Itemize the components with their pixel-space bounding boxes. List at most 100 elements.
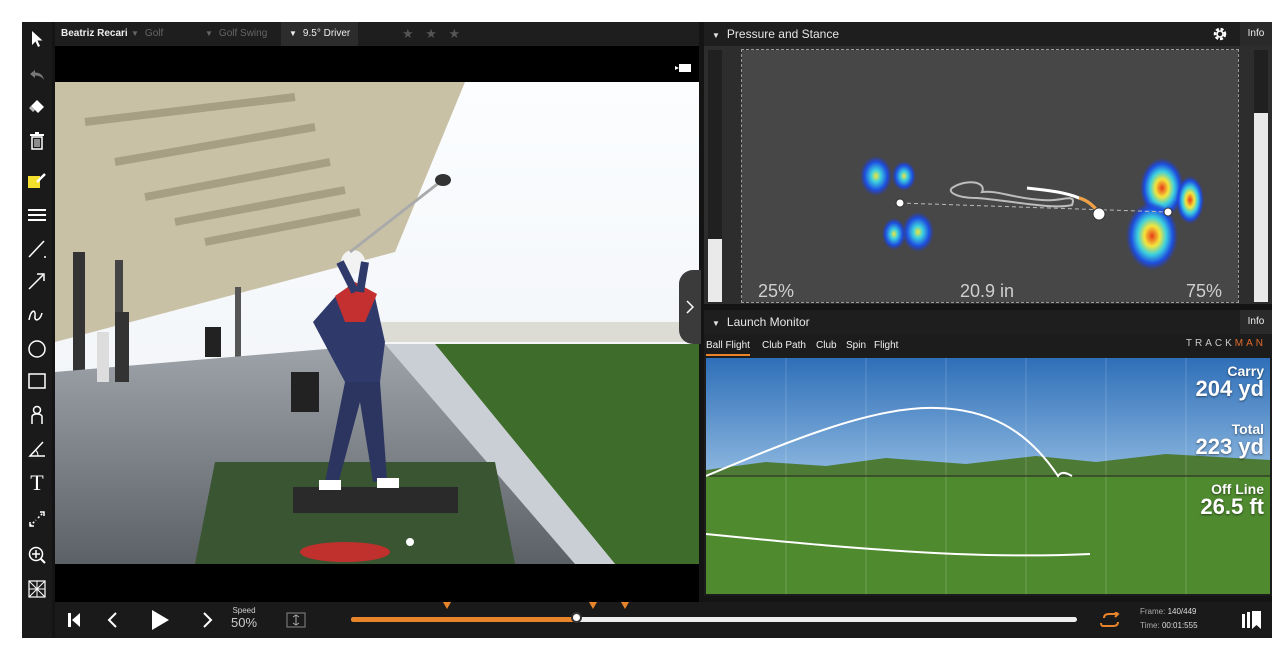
tab-ball-flight[interactable]: Ball Flight: [706, 338, 750, 356]
offline-value: 26.5 ft: [1200, 494, 1264, 519]
arrow-icon[interactable]: [24, 268, 50, 294]
launch-info-button[interactable]: Info: [1240, 310, 1272, 334]
chevron-down-icon: ▼: [205, 29, 213, 38]
category-dropdown[interactable]: ▼ Golf: [131, 22, 163, 46]
line-width-icon[interactable]: [24, 202, 50, 228]
timeline-marker[interactable]: [621, 602, 629, 609]
ball-flight-view: Carry 204 yd Total 223 yd Off Line 26.5 …: [706, 358, 1270, 594]
time-value: 00:01:555: [1161, 621, 1198, 630]
text-icon[interactable]: T: [24, 470, 50, 496]
drawing-toolbar: T: [22, 22, 52, 638]
right-weight-percent: 75%: [1185, 281, 1222, 301]
chevron-down-icon: ▼: [289, 29, 297, 38]
stance-width: 20.9 in: [960, 281, 1015, 301]
speed-label: Speed: [232, 606, 256, 615]
gear-icon[interactable]: [1210, 24, 1230, 44]
trackman-logo-text: TRACK: [1185, 338, 1235, 349]
trackman-logo: TRACKMAN: [1186, 338, 1266, 349]
trim-icon: [286, 612, 306, 628]
club-dropdown[interactable]: ▼ 9.5° Driver: [281, 22, 359, 46]
angle-icon[interactable]: [24, 436, 50, 462]
total-value: 223 yd: [1195, 434, 1265, 459]
trash-icon[interactable]: [24, 128, 50, 154]
frame-value: 140/449: [1167, 607, 1197, 616]
left-weight-percent: 25%: [758, 281, 795, 301]
trim-button[interactable]: [283, 602, 309, 638]
player-name[interactable]: Beatriz Recari: [61, 22, 128, 46]
library-icon: [1242, 611, 1261, 629]
timeline-marker[interactable]: [589, 602, 597, 609]
loop-icon: [1100, 612, 1120, 627]
offline-stat: Off Line 26.5 ft: [1200, 482, 1264, 518]
app-window: T Beatriz Recari ▼ Golf ▼ Golf Swing ▼ 9.5°…: [22, 22, 1272, 638]
text-tool-glyph: T: [30, 470, 44, 495]
pressure-title[interactable]: ▼ Pressure and Stance: [712, 22, 839, 48]
step-forward-button[interactable]: [193, 602, 223, 638]
rating-stars[interactable]: ★ ★ ★: [402, 22, 464, 46]
launch-monitor-panel: ▼ Launch Monitor Info Ball Flight Club Pa…: [704, 310, 1272, 596]
tab-club-path[interactable]: Club Path: [762, 338, 806, 354]
pressure-area: 25% 20.9 in 75%: [704, 46, 1272, 304]
pressure-info-button[interactable]: Info: [1240, 22, 1272, 46]
tab-club[interactable]: Club: [816, 338, 837, 354]
playback-controls: Speed 50% Frame: 140/449 Time: 00:01:555: [55, 602, 1272, 638]
time-label: Time:: [1140, 621, 1160, 630]
category-label: Golf: [144, 28, 164, 39]
chevron-left-icon: [107, 612, 117, 628]
drill-dropdown[interactable]: ▼ Golf Swing: [205, 22, 267, 46]
circle-icon[interactable]: [24, 336, 50, 362]
launch-monitor-title-label: Launch Monitor: [726, 315, 810, 329]
line-icon[interactable]: [24, 236, 50, 262]
play-icon: [152, 610, 169, 630]
play-button[interactable]: [143, 602, 177, 638]
left-pressure-bar: [708, 239, 722, 302]
rectangle-icon[interactable]: [24, 368, 50, 394]
trackman-logo-accent: MAN: [1234, 338, 1266, 349]
right-pressure-bar: [1254, 113, 1268, 302]
library-button[interactable]: [1237, 602, 1267, 638]
launch-monitor-title[interactable]: ▼ Launch Monitor: [712, 310, 810, 336]
camera-icon[interactable]: [675, 59, 691, 77]
tab-flight[interactable]: Flight: [874, 338, 898, 354]
skip-start-button[interactable]: [59, 602, 89, 638]
timeline-progress: [351, 617, 576, 622]
carry-stat: Carry 204 yd: [1196, 364, 1265, 400]
frame-label: Frame:: [1140, 607, 1166, 616]
step-back-button[interactable]: [97, 602, 127, 638]
chevron-down-icon: ▼: [712, 31, 720, 40]
drill-label: Golf Swing: [218, 28, 268, 39]
freehand-icon[interactable]: [24, 302, 50, 328]
swing-video[interactable]: [55, 46, 699, 602]
timeline-marker[interactable]: [443, 602, 451, 609]
pressure-panel: ▼ Pressure and Stance Info 25% 20.9 in 7…: [704, 22, 1272, 304]
undo-icon[interactable]: [24, 62, 50, 88]
chevron-right-icon: [203, 612, 213, 628]
pressure-heatmap: [860, 156, 1204, 270]
club-label: 9.5° Driver: [302, 28, 351, 39]
video-header: Beatriz Recari ▼ Golf ▼ Golf Swing ▼ 9.5° D…: [55, 22, 699, 46]
launch-tabs: Ball Flight Club Path Club Spin Flight T…: [704, 334, 1272, 356]
pressure-title-label: Pressure and Stance: [726, 27, 839, 41]
timeline-scrubber[interactable]: [351, 602, 1077, 623]
video-frame: [55, 82, 699, 564]
tab-spin[interactable]: Spin: [846, 338, 866, 354]
grid-icon[interactable]: [24, 576, 50, 602]
speed-control[interactable]: Speed 50%: [231, 606, 257, 630]
zoom-icon[interactable]: [24, 542, 50, 568]
total-stat: Total 223 yd: [1196, 422, 1265, 458]
speed-value: 50%: [231, 615, 258, 630]
timeline-handle[interactable]: [571, 612, 582, 623]
skip-start-icon: [68, 613, 80, 627]
eraser-icon[interactable]: [24, 94, 50, 120]
distance-icon[interactable]: [24, 506, 50, 532]
launch-monitor-header: ▼ Launch Monitor Info: [704, 310, 1272, 334]
panel-collapse-handle[interactable]: [679, 270, 701, 344]
frame-info: Frame: 140/449 Time: 00:01:555: [1140, 605, 1198, 633]
person-icon[interactable]: [24, 402, 50, 428]
pressure-map: 25% 20.9 in 75%: [741, 49, 1239, 303]
ball-flight-graphic: [706, 358, 1270, 594]
color-picker-icon[interactable]: [24, 168, 50, 194]
loop-button[interactable]: [1097, 602, 1125, 638]
chevron-down-icon: ▼: [712, 319, 720, 328]
pointer-icon[interactable]: [24, 26, 50, 52]
